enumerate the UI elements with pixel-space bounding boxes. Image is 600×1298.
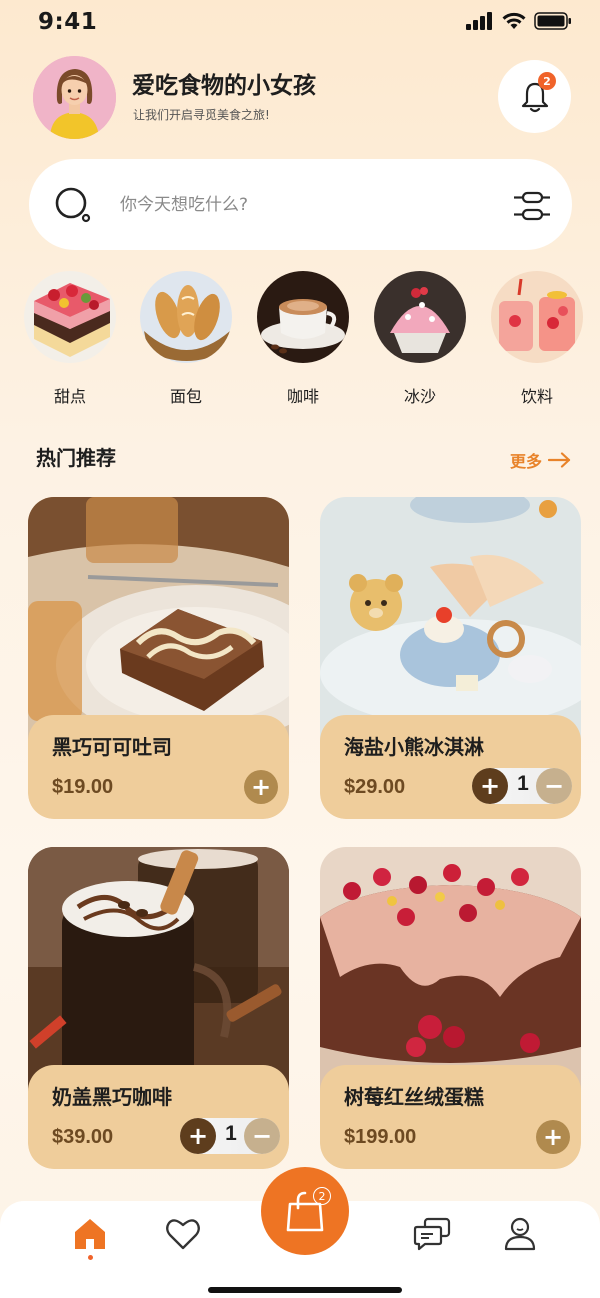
status-time: 9:41 xyxy=(38,9,98,35)
status-bar: 9:41 xyxy=(0,0,600,46)
arrow-right-icon xyxy=(548,452,571,468)
wifi-icon xyxy=(502,12,526,29)
decrease-button[interactable]: − xyxy=(244,1118,280,1154)
profile-icon xyxy=(504,1217,536,1251)
home-indicator xyxy=(208,1287,402,1293)
category-label: 饮料 xyxy=(520,387,553,406)
more-link[interactable]: 更多 xyxy=(510,448,572,472)
drink-image xyxy=(491,271,583,363)
product-card[interactable]: 海盐小熊冰淇淋 $29.00 + 1 − xyxy=(320,497,581,819)
plus-icon: + xyxy=(187,1122,209,1150)
increase-button[interactable]: + xyxy=(472,768,508,804)
user-name: 爱吃食物的小女孩 xyxy=(132,73,316,99)
plus-icon: + xyxy=(479,772,501,800)
product-price: $19.00 xyxy=(52,776,114,798)
battery-icon xyxy=(534,12,571,30)
category-bread[interactable]: 面包 xyxy=(140,271,234,406)
cake-image xyxy=(24,271,116,363)
user-subtitle: 让我们开启寻觅美食之旅! xyxy=(133,108,270,122)
signal-icon xyxy=(466,12,492,30)
plus-icon: + xyxy=(250,773,272,801)
decrease-button[interactable]: − xyxy=(536,768,572,804)
category-label: 甜点 xyxy=(53,387,86,406)
product-name: 奶盖黑巧咖啡 xyxy=(52,1085,172,1109)
avatar[interactable] xyxy=(33,56,116,139)
tab-home[interactable] xyxy=(70,1214,110,1254)
chat-icon xyxy=(413,1217,451,1251)
heart-icon xyxy=(166,1219,200,1250)
category-coffee[interactable]: 咖啡 xyxy=(257,271,351,406)
product-card[interactable]: 树莓红丝绒蛋糕 $199.00 + xyxy=(320,847,581,1169)
product-price: $199.00 xyxy=(344,1126,417,1148)
search-icon[interactable] xyxy=(54,187,94,225)
quantity-stepper: + 1 − xyxy=(180,1118,280,1154)
quantity-value: 1 xyxy=(517,772,529,795)
product-name: 树莓红丝绒蛋糕 xyxy=(344,1085,484,1109)
category-shaved-ice[interactable]: 冰沙 xyxy=(374,271,468,406)
product-card[interactable]: 黑巧可可吐司 $19.00 + xyxy=(28,497,289,819)
cart-button[interactable]: 2 xyxy=(261,1167,349,1255)
product-name: 海盐小熊冰淇淋 xyxy=(344,735,484,759)
add-to-cart-button[interactable]: + xyxy=(244,770,278,804)
filter-icon[interactable] xyxy=(512,189,552,225)
category-label: 冰沙 xyxy=(403,387,436,406)
increase-button[interactable]: + xyxy=(180,1118,216,1154)
category-drinks[interactable]: 饮料 xyxy=(491,271,585,406)
search-input[interactable] xyxy=(120,190,480,220)
notification-badge: 2 xyxy=(538,72,556,90)
product-price: $29.00 xyxy=(344,776,406,798)
product-price: $39.00 xyxy=(52,1126,114,1148)
bread-image xyxy=(140,271,232,363)
cart-badge: 2 xyxy=(313,1187,331,1205)
status-icons xyxy=(466,12,572,30)
tab-favorites[interactable] xyxy=(163,1214,203,1254)
category-label: 面包 xyxy=(169,387,202,406)
category-dessert[interactable]: 甜点 xyxy=(24,271,118,406)
coffee-image xyxy=(257,271,349,363)
active-tab-indicator xyxy=(88,1255,93,1260)
quantity-stepper: + 1 − xyxy=(472,768,572,804)
minus-icon: − xyxy=(543,772,565,800)
minus-icon: − xyxy=(251,1122,273,1150)
product-card[interactable]: 奶盖黑巧咖啡 $39.00 + 1 − xyxy=(28,847,289,1169)
quantity-value: 1 xyxy=(225,1122,237,1145)
more-label: 更多 xyxy=(510,452,543,471)
avatar-image xyxy=(33,56,116,139)
product-name: 黑巧可可吐司 xyxy=(52,735,172,759)
plus-icon: + xyxy=(542,1123,564,1151)
section-title: 热门推荐 xyxy=(36,446,116,470)
add-to-cart-button[interactable]: + xyxy=(536,1120,570,1154)
home-icon xyxy=(75,1219,105,1249)
tab-messages[interactable] xyxy=(412,1214,452,1254)
tab-profile[interactable] xyxy=(500,1214,540,1254)
shaved-ice-image xyxy=(374,271,466,363)
notification-button[interactable] xyxy=(498,60,571,133)
category-label: 咖啡 xyxy=(286,387,319,406)
